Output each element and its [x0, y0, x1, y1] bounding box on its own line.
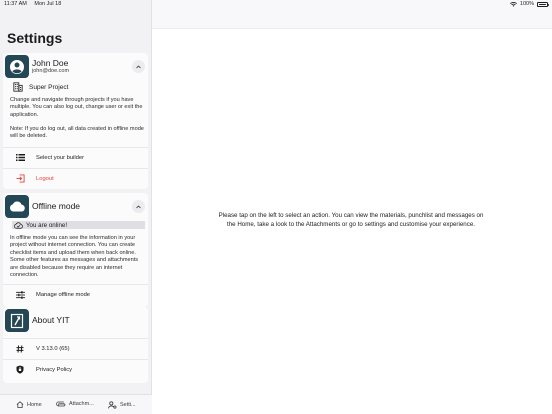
tab-home-label: Home	[27, 401, 42, 408]
user-email: john@doe.com	[32, 68, 70, 74]
logout-button[interactable]: Logout	[3, 168, 148, 188]
battery-percent: 100%	[519, 1, 534, 7]
status-time: 11:37 AM	[4, 1, 27, 7]
tab-home[interactable]: Home	[16, 401, 42, 408]
tab-attachments-label: Attachm...	[69, 401, 94, 407]
version-row: V 3.13.0 (65)	[3, 338, 148, 358]
status-date: Mon Jul 18	[34, 1, 62, 7]
account-description: Change and navigate through projects if …	[10, 97, 143, 118]
user-name: John Doe	[32, 58, 69, 68]
manage-offline-label: Manage offline mode	[36, 291, 91, 298]
chevron-up-icon	[136, 205, 141, 208]
status-bar: 11:37 AM Mon Jul 18 100%	[0, 0, 552, 9]
privacy-policy-button[interactable]: Privacy Policy	[3, 359, 148, 379]
hash-icon	[14, 343, 26, 355]
online-status-text: You are online!	[26, 221, 68, 229]
offline-title: Offline mode	[32, 201, 81, 211]
tab-bar: Home Attachm... Setti...	[0, 394, 152, 414]
shield-lock-icon	[14, 364, 26, 376]
online-status-badge: You are online!	[12, 221, 145, 229]
main-placeholder-message: Please tap on the left to select an acti…	[218, 212, 484, 228]
battery-icon	[537, 2, 549, 7]
sidebar: Settings John Doe john@doe.com Super Pro…	[0, 0, 152, 414]
wifi-icon	[510, 2, 517, 7]
logout-label: Logout	[36, 175, 54, 182]
list-icon	[14, 152, 26, 164]
select-builder-label: Select your builder	[36, 154, 85, 161]
project-name: Super Project	[29, 83, 69, 91]
privacy-policy-label: Privacy Policy	[36, 366, 73, 373]
tab-attachments[interactable]: Attachm...	[56, 401, 94, 407]
select-builder-button[interactable]: Select your builder	[3, 147, 148, 167]
offline-description: In offline mode you can see the informat…	[10, 235, 139, 279]
offline-collapse-button[interactable]	[132, 200, 145, 213]
chevron-up-icon	[136, 65, 141, 68]
yit-logo-icon	[5, 309, 29, 332]
status-right: 100%	[510, 0, 549, 9]
user-avatar-icon	[5, 55, 29, 78]
status-left: 11:37 AM Mon Jul 18	[4, 0, 67, 9]
manage-offline-button[interactable]: Manage offline mode	[3, 284, 148, 304]
sliders-icon	[14, 289, 26, 301]
offline-card: Offline mode You are online! In offline …	[3, 193, 148, 307]
project-row[interactable]: Super Project	[13, 82, 68, 92]
account-collapse-button[interactable]	[132, 60, 145, 73]
about-card: About YIT V 3.13.0 (65) Privacy Policy	[3, 307, 148, 383]
tab-settings[interactable]: Setti...	[108, 401, 136, 409]
tab-settings-label: Setti...	[120, 402, 136, 408]
building-icon	[13, 82, 23, 92]
logout-icon	[14, 173, 26, 185]
main-panel: Please tap on the left to select an acti…	[152, 0, 552, 414]
version-label: V 3.13.0 (65)	[36, 345, 70, 352]
account-note: Note: If you do log out, all data create…	[10, 126, 144, 140]
account-card: John Doe john@doe.com Super Project Chan…	[3, 53, 148, 189]
cloud-icon	[5, 195, 29, 218]
person-gear-icon	[108, 401, 117, 409]
home-icon	[16, 401, 24, 408]
page-title: Settings	[7, 30, 63, 46]
about-title: About YIT	[32, 315, 70, 325]
paperclip-icon	[56, 401, 66, 407]
cloud-check-icon	[14, 221, 23, 229]
